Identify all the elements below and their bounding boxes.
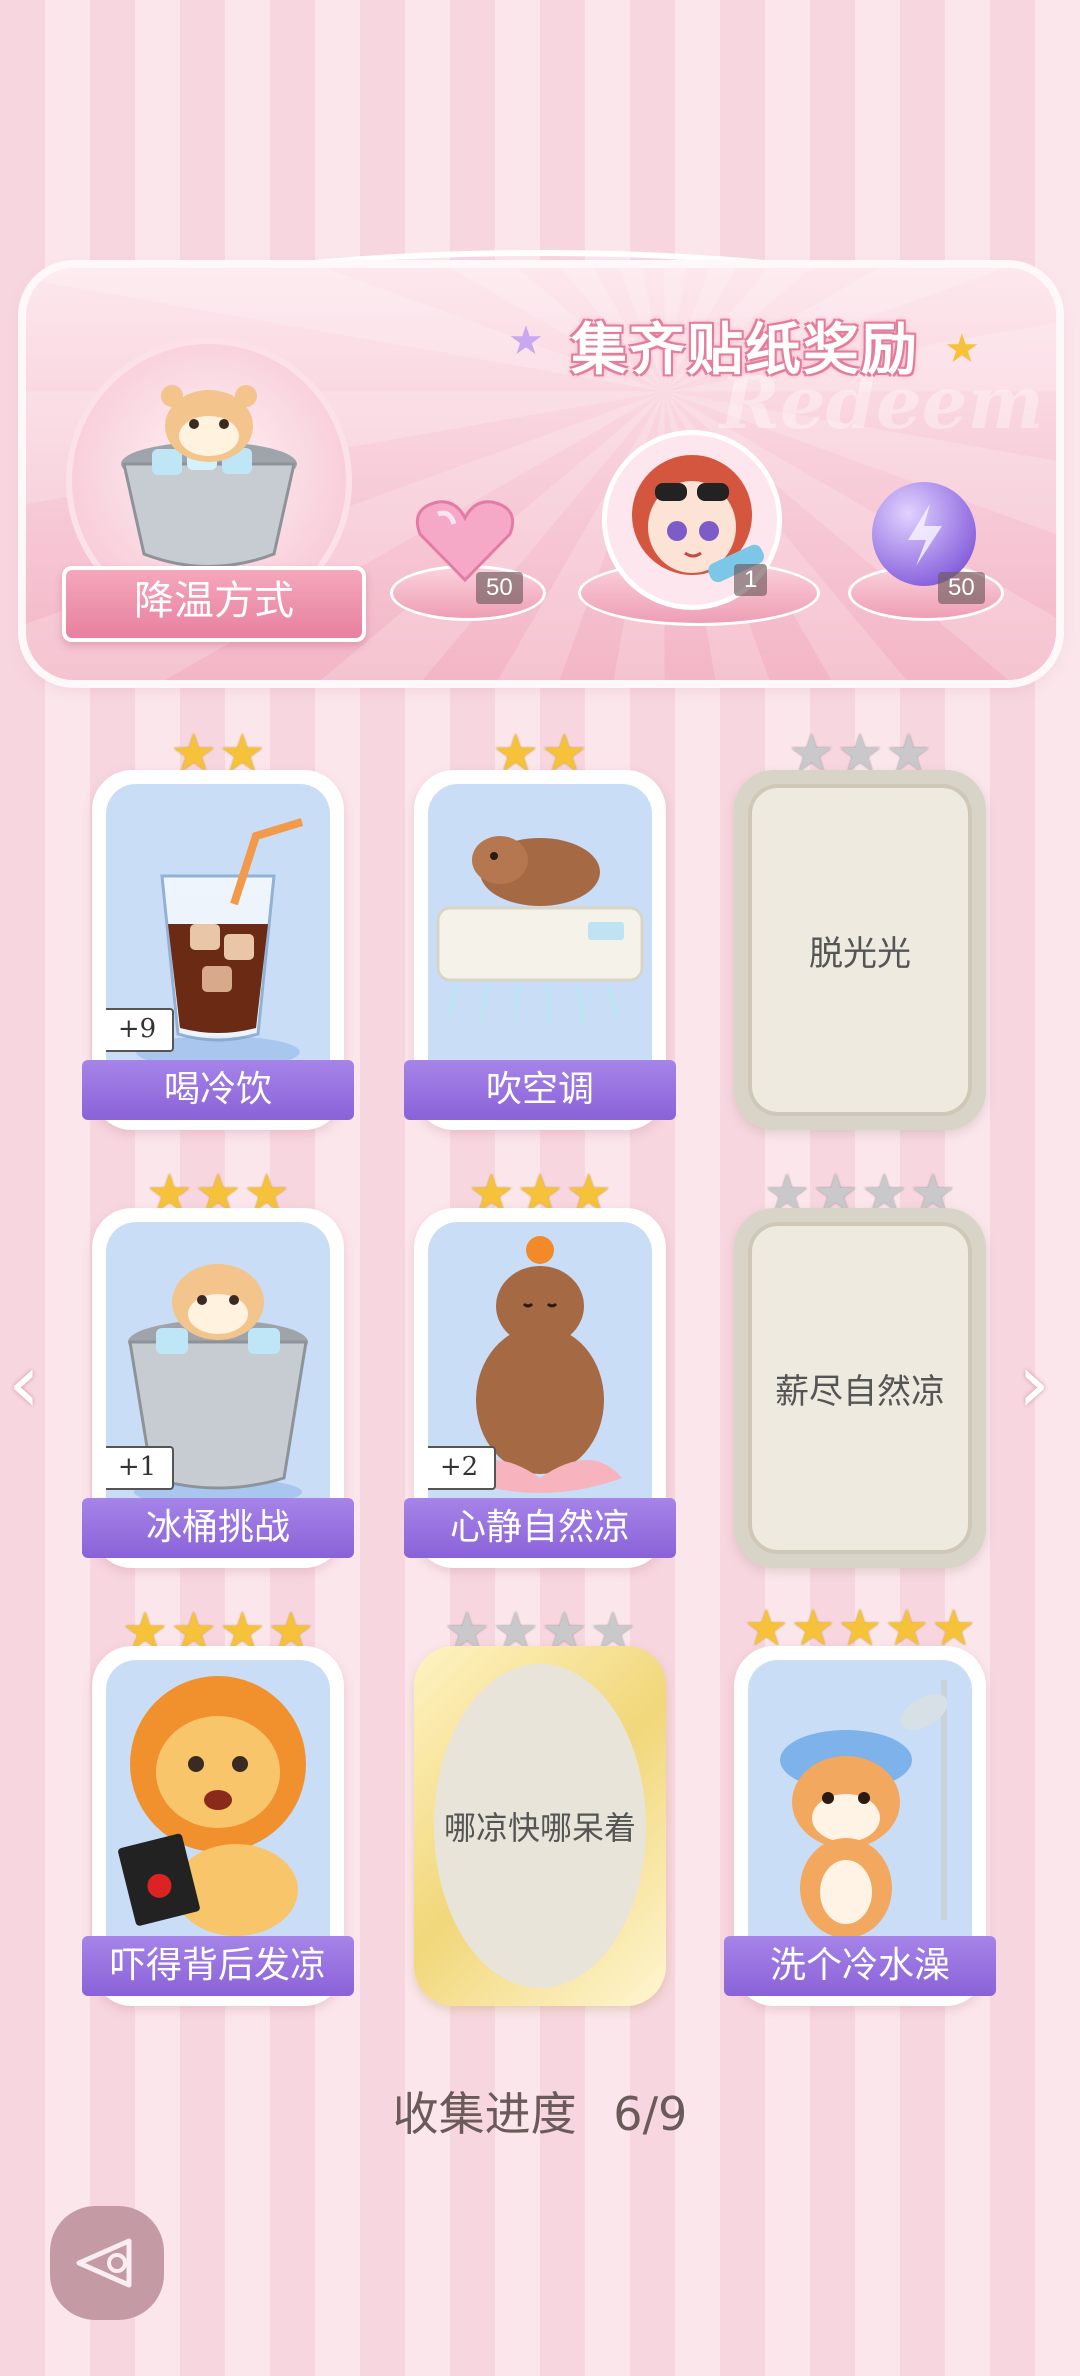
reward-count: 50 [476, 572, 523, 604]
progress-label: 收集进度 [392, 2087, 577, 2141]
sticker-card[interactable]: +1 冰桶挑战 [82, 1208, 354, 1568]
chevron-right-icon[interactable]: › [1018, 1344, 1050, 1424]
sticker-label: 心静自然凉 [404, 1498, 676, 1558]
back-arrow-icon [76, 2238, 132, 2288]
locked-sticker-label: 哪凉快哪呆着 [434, 1664, 646, 1988]
duplicate-count-badge: +1 [106, 1446, 174, 1490]
chevron-left-icon[interactable]: ‹ [8, 1344, 40, 1424]
sticker-card[interactable]: 吹空调 [404, 770, 676, 1130]
locked-sticker-card[interactable]: 哪凉快哪呆着 [414, 1646, 666, 2006]
sticker-card[interactable]: 洗个冷水澡 [724, 1646, 996, 2006]
gold-star-icon: ★ [944, 326, 980, 372]
back-button[interactable] [50, 2206, 164, 2320]
sticker-card[interactable]: 吓得背后发凉 [82, 1646, 354, 2006]
purple-lightning-orb-icon [872, 482, 976, 586]
banner-title: 集齐贴纸奖励 [571, 318, 919, 383]
sticker-label: 吹空调 [404, 1060, 676, 1120]
reward-count: 50 [938, 572, 985, 604]
locked-sticker-label: 薪尽自然凉 [748, 1222, 972, 1554]
duplicate-count-badge: +2 [428, 1446, 496, 1490]
purple-star-icon: ★ [508, 318, 544, 364]
sticker-label: 喝冷饮 [82, 1060, 354, 1120]
sticker-label: 吓得背后发凉 [82, 1936, 354, 1996]
sticker-label: 冰桶挑战 [82, 1498, 354, 1558]
sticker-card[interactable]: +2 心静自然凉 [404, 1208, 676, 1568]
progress-value: 6/9 [613, 2087, 688, 2141]
locked-sticker-card[interactable]: 薪尽自然凉 [734, 1208, 986, 1568]
reward-count: 1 [734, 564, 768, 596]
cooling-method-ribbon: 降温方式 [62, 566, 366, 642]
locked-sticker-label: 脱光光 [748, 784, 972, 1116]
sticker-card[interactable]: +9 喝冷饮 [82, 770, 354, 1130]
sticker-label: 洗个冷水澡 [724, 1936, 996, 1996]
collection-progress: 收集进度 6/9 [0, 2078, 1080, 2144]
duplicate-count-badge: +9 [106, 1008, 174, 1052]
locked-sticker-card[interactable]: 脱光光 [734, 770, 986, 1130]
